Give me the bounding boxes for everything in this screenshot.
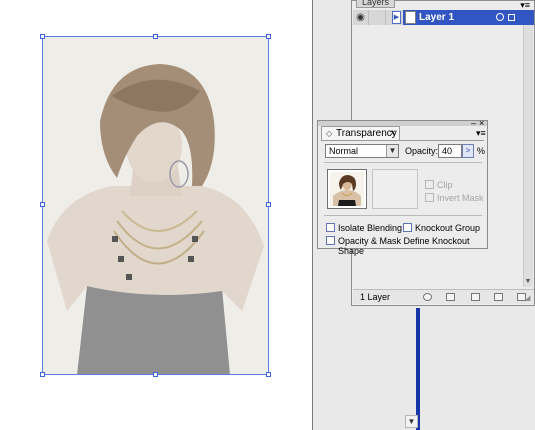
selection-handle-bottom-center[interactable] (153, 372, 158, 377)
vertical-scrollbar-line[interactable] (416, 308, 420, 430)
new-layer-icon[interactable] (494, 293, 503, 301)
selection-handle-middle-left[interactable] (40, 202, 45, 207)
close-tab-icon[interactable]: × (390, 127, 396, 140)
layer-selection-square-icon[interactable] (508, 14, 515, 21)
opacity-mask-knockout-label: Opacity & Mask Define Knockout Shape (338, 236, 470, 256)
transparency-panel-body: Normal ▼ Opacity: 40 > % Clip Invert Mas… (321, 140, 486, 256)
isolate-blending-checkbox[interactable] (326, 223, 335, 232)
make-clipping-mask-icon[interactable] (446, 293, 455, 301)
knockout-group-checkbox[interactable] (403, 223, 412, 232)
opacity-mask-slot[interactable] (372, 169, 418, 209)
opacity-slider-toggle-icon[interactable]: > (462, 144, 474, 158)
layer-name[interactable]: Layer 1 (419, 10, 454, 25)
transparency-tab-label[interactable]: Transparency (336, 127, 397, 140)
layer-thumbnail (405, 11, 416, 24)
thumbnail-portrait-image (330, 172, 364, 206)
opacity-unit: % (477, 146, 486, 156)
opacity-mask-knockout-checkbox[interactable] (326, 236, 335, 245)
selection-handle-bottom-right[interactable] (266, 372, 271, 377)
visibility-eye-icon[interactable]: ◉ (353, 10, 369, 25)
layer-row[interactable]: ◉ ▶ Layer 1 (353, 10, 534, 25)
blend-mode-select[interactable]: Normal ▼ (325, 144, 399, 158)
selection-handle-top-right[interactable] (266, 34, 271, 39)
layers-scroll-down-icon[interactable]: ▼ (523, 277, 533, 287)
blend-mode-value: Normal (329, 146, 359, 156)
opacity-label: Opacity: (405, 146, 439, 156)
artboard[interactable] (0, 0, 312, 430)
invert-mask-label: Invert Mask (437, 193, 484, 203)
layer-target-circle-icon[interactable] (496, 13, 504, 21)
divider (324, 215, 482, 216)
selection-handle-bottom-left[interactable] (40, 372, 45, 377)
selection-handle-top-center[interactable] (153, 34, 158, 39)
layer-count: 1 Layer (360, 292, 391, 302)
resize-grip-icon[interactable]: ◢ (525, 295, 533, 303)
opacity-field[interactable]: 40 (438, 144, 462, 158)
layers-scrollbar[interactable] (523, 25, 533, 287)
clip-label: Clip (437, 180, 453, 190)
divider (324, 162, 482, 163)
selection-handle-top-left[interactable] (40, 34, 45, 39)
lock-toggle[interactable] (370, 10, 386, 25)
scroll-down-arrow-icon[interactable]: ▼ (405, 415, 418, 428)
object-thumbnail[interactable] (327, 169, 367, 209)
tab-options-arrow-icon[interactable]: ◇ (326, 128, 332, 140)
selection-bounding-box[interactable] (42, 36, 269, 375)
new-sublayer-icon[interactable] (471, 293, 480, 301)
expand-triangle-icon[interactable]: ▶ (392, 11, 401, 24)
isolate-blending-label: Isolate Blending (338, 223, 403, 233)
panel-menu-icon[interactable]: ▾≡ (520, 1, 530, 10)
layers-footer: 1 Layer ◢ (353, 289, 534, 304)
close-panel-icon[interactable]: × (479, 119, 484, 128)
chevron-down-icon[interactable]: ▼ (386, 145, 398, 157)
locate-object-icon[interactable] (423, 293, 432, 301)
transparency-panel: – × ◇ Transparency × ▾≡ Normal ▼ Opacity… (317, 119, 488, 256)
selection-handle-middle-right[interactable] (266, 202, 271, 207)
panel-menu-icon[interactable]: ▾≡ (476, 129, 486, 138)
knockout-group-label: Knockout Group (415, 223, 481, 233)
layers-tab[interactable]: Layers (356, 0, 396, 8)
transparency-tab[interactable]: ◇ Transparency × (321, 126, 400, 140)
clip-checkbox[interactable] (425, 180, 434, 189)
minimize-icon[interactable]: – (471, 119, 476, 128)
invert-mask-checkbox[interactable] (425, 193, 434, 202)
